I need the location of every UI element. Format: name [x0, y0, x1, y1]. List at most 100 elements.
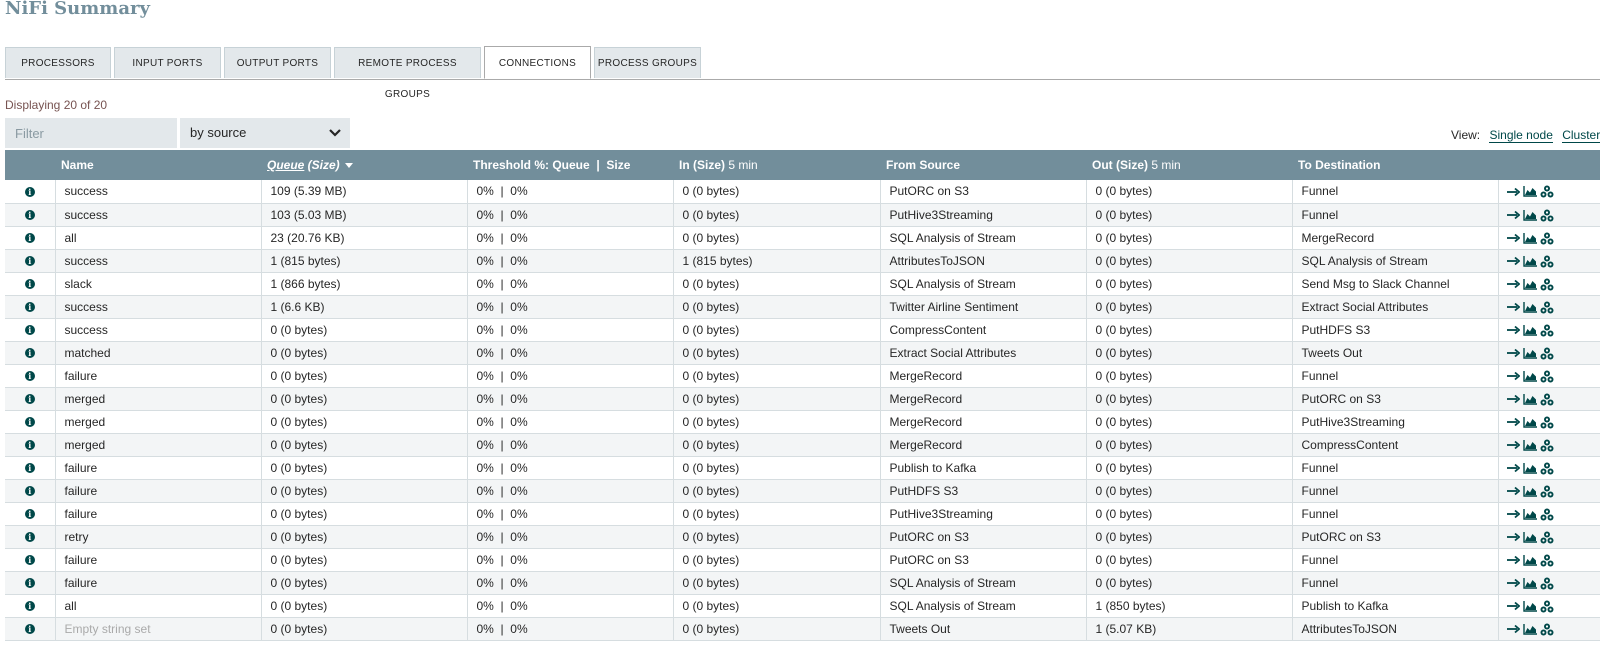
header-to-destination[interactable]: To Destination [1292, 150, 1498, 180]
info-icon[interactable]: i [24, 210, 35, 221]
cluster-icon[interactable] [1540, 347, 1554, 360]
cluster-icon[interactable] [1540, 416, 1554, 429]
table-row[interactable]: i merged 0 (0 bytes) 0% | 0% 0 (0 bytes) Merg… [5, 387, 1600, 411]
cluster-icon[interactable] [1540, 600, 1554, 613]
go-to-arrow-icon[interactable] [1506, 187, 1520, 197]
table-row[interactable]: i merged 0 (0 bytes) 0% | 0% 0 (0 bytes) Merg… [5, 433, 1600, 457]
info-icon[interactable]: i [24, 348, 35, 359]
tab-remote-process-groups[interactable]: REMOTE PROCESS GROUPS [334, 47, 481, 100]
header-queue[interactable]: Queue (Size) [261, 150, 467, 180]
info-icon[interactable]: i [24, 440, 35, 451]
cluster-icon[interactable] [1540, 439, 1554, 452]
info-icon[interactable]: i [24, 601, 35, 612]
go-to-arrow-icon[interactable] [1506, 256, 1520, 266]
info-icon[interactable]: i [24, 555, 35, 566]
info-icon[interactable]: i [24, 279, 35, 290]
info-icon[interactable]: i [24, 486, 35, 497]
tab-process-groups[interactable]: PROCESS GROUPS [594, 47, 701, 78]
area-chart-icon[interactable] [1522, 209, 1537, 221]
table-row[interactable]: i all 0 (0 bytes) 0% | 0% 0 (0 bytes) SQL Ana… [5, 594, 1600, 618]
info-icon[interactable]: i [24, 394, 35, 405]
table-row[interactable]: i failure 0 (0 bytes) 0% | 0% 0 (0 bytes) Put… [5, 502, 1600, 526]
table-row[interactable]: i success 109 (5.39 MB) 0% | 0% 0 (0 bytes) P… [5, 180, 1600, 204]
table-row[interactable]: i failure 0 (0 bytes) 0% | 0% 0 (0 bytes) Put… [5, 548, 1600, 572]
area-chart-icon[interactable] [1522, 623, 1537, 635]
area-chart-icon[interactable] [1522, 370, 1537, 382]
go-to-arrow-icon[interactable] [1506, 578, 1520, 588]
area-chart-icon[interactable] [1522, 278, 1537, 290]
info-icon[interactable]: i [24, 578, 35, 589]
info-icon[interactable]: i [24, 463, 35, 474]
cluster-icon[interactable] [1540, 185, 1554, 198]
go-to-arrow-icon[interactable] [1506, 509, 1520, 519]
cluster-icon[interactable] [1540, 531, 1554, 544]
cluster-icon[interactable] [1540, 485, 1554, 498]
cluster-icon[interactable] [1540, 324, 1554, 337]
area-chart-icon[interactable] [1522, 416, 1537, 428]
cluster-icon[interactable] [1540, 577, 1554, 590]
header-from-source[interactable]: From Source [880, 150, 1086, 180]
cluster-icon[interactable] [1540, 462, 1554, 475]
header-in[interactable]: In (Size) 5 min [673, 150, 880, 180]
area-chart-icon[interactable] [1522, 324, 1537, 336]
go-to-arrow-icon[interactable] [1506, 210, 1520, 220]
table-row[interactable]: i failure 0 (0 bytes) 0% | 0% 0 (0 bytes) SQL… [5, 571, 1600, 595]
area-chart-icon[interactable] [1522, 508, 1537, 520]
area-chart-icon[interactable] [1522, 600, 1537, 612]
info-icon[interactable]: i [24, 187, 35, 198]
table-row[interactable]: i success 1 (6.6 KB) 0% | 0% 0 (0 bytes) Twit… [5, 295, 1600, 319]
area-chart-icon[interactable] [1522, 232, 1537, 244]
area-chart-icon[interactable] [1522, 347, 1537, 359]
go-to-arrow-icon[interactable] [1506, 555, 1520, 565]
tab-output-ports[interactable]: OUTPUT PORTS [224, 47, 331, 78]
header-threshold[interactable]: Threshold %: Queue | Size [467, 150, 673, 180]
table-row[interactable]: i Empty string set 0 (0 bytes) 0% | 0% 0 (0 … [5, 617, 1600, 641]
area-chart-icon[interactable] [1522, 531, 1537, 543]
cluster-icon[interactable] [1540, 301, 1554, 314]
table-row[interactable]: i merged 0 (0 bytes) 0% | 0% 0 (0 bytes) Merg… [5, 410, 1600, 434]
area-chart-icon[interactable] [1522, 439, 1537, 451]
filter-type-select[interactable]: by source [180, 118, 350, 148]
go-to-arrow-icon[interactable] [1506, 302, 1520, 312]
view-cluster-link[interactable]: Cluster [1562, 128, 1600, 143]
table-row[interactable]: i all 23 (20.76 KB) 0% | 0% 0 (0 bytes) SQL A… [5, 226, 1600, 250]
go-to-arrow-icon[interactable] [1506, 279, 1520, 289]
table-row[interactable]: i success 1 (815 bytes) 0% | 0% 1 (815 bytes… [5, 249, 1600, 273]
filter-input[interactable] [5, 118, 177, 148]
area-chart-icon[interactable] [1522, 577, 1537, 589]
go-to-arrow-icon[interactable] [1506, 233, 1520, 243]
cluster-icon[interactable] [1540, 623, 1554, 636]
area-chart-icon[interactable] [1522, 301, 1537, 313]
go-to-arrow-icon[interactable] [1506, 463, 1520, 473]
area-chart-icon[interactable] [1522, 485, 1537, 497]
go-to-arrow-icon[interactable] [1506, 348, 1520, 358]
area-chart-icon[interactable] [1522, 186, 1537, 198]
info-icon[interactable]: i [24, 233, 35, 244]
table-row[interactable]: i failure 0 (0 bytes) 0% | 0% 0 (0 bytes) Put… [5, 479, 1600, 503]
table-row[interactable]: i slack 1 (866 bytes) 0% | 0% 0 (0 bytes) SQL… [5, 272, 1600, 296]
cluster-icon[interactable] [1540, 255, 1554, 268]
go-to-arrow-icon[interactable] [1506, 325, 1520, 335]
view-single-node-link[interactable]: Single node [1489, 128, 1553, 143]
cluster-icon[interactable] [1540, 278, 1554, 291]
cluster-icon[interactable] [1540, 232, 1554, 245]
info-icon[interactable]: i [24, 371, 35, 382]
table-row[interactable]: i retry 0 (0 bytes) 0% | 0% 0 (0 bytes) PutOR… [5, 525, 1600, 549]
tab-connections[interactable]: CONNECTIONS [484, 46, 591, 79]
go-to-arrow-icon[interactable] [1506, 532, 1520, 542]
cluster-icon[interactable] [1540, 209, 1554, 222]
info-icon[interactable]: i [24, 532, 35, 543]
table-row[interactable]: i failure 0 (0 bytes) 0% | 0% 0 (0 bytes) Pub… [5, 456, 1600, 480]
info-icon[interactable]: i [24, 509, 35, 520]
table-row[interactable]: i success 103 (5.03 MB) 0% | 0% 0 (0 bytes) P… [5, 203, 1600, 227]
cluster-icon[interactable] [1540, 393, 1554, 406]
area-chart-icon[interactable] [1522, 554, 1537, 566]
go-to-arrow-icon[interactable] [1506, 624, 1520, 634]
go-to-arrow-icon[interactable] [1506, 394, 1520, 404]
go-to-arrow-icon[interactable] [1506, 486, 1520, 496]
cluster-icon[interactable] [1540, 554, 1554, 567]
tab-processors[interactable]: PROCESSORS [5, 47, 111, 78]
info-icon[interactable]: i [24, 325, 35, 336]
info-icon[interactable]: i [24, 302, 35, 313]
go-to-arrow-icon[interactable] [1506, 440, 1520, 450]
